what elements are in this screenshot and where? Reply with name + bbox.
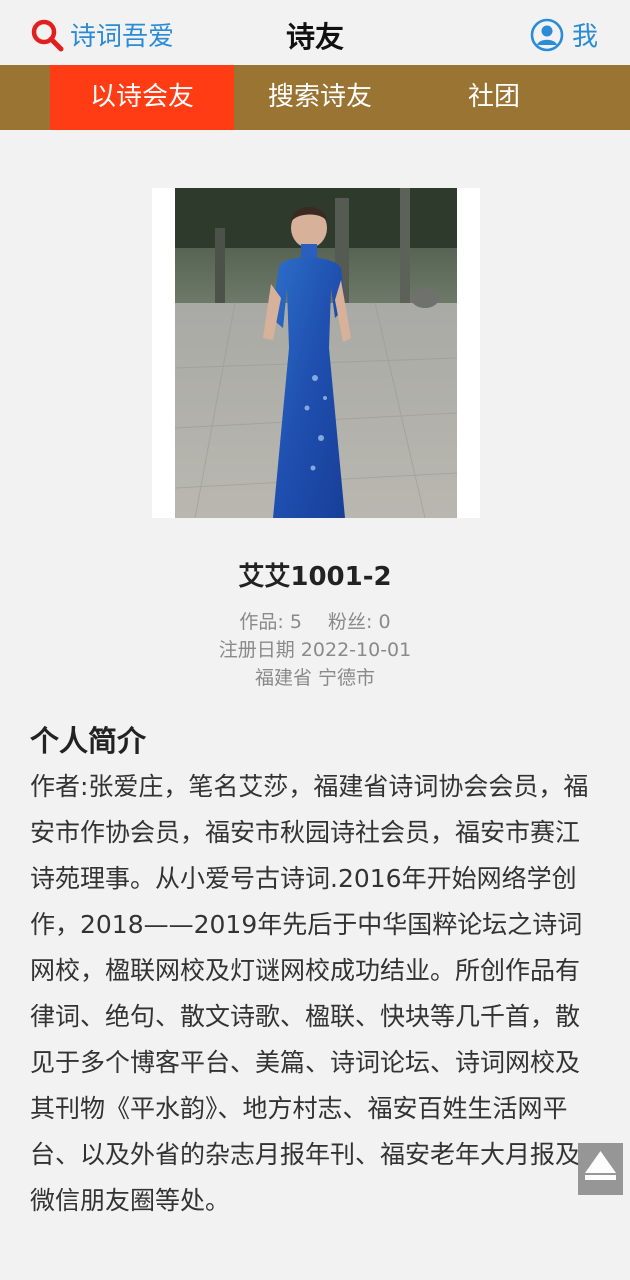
bio-title: 个人简介 xyxy=(30,724,147,758)
user-circle-icon xyxy=(530,18,564,51)
username: 艾艾1001-2 xyxy=(238,562,392,592)
tab-clubs[interactable]: 社团 xyxy=(406,65,582,130)
me-label: 我 xyxy=(571,22,598,52)
scroll-top-button[interactable] xyxy=(578,1143,623,1195)
brand-label: 诗词吾爱 xyxy=(70,22,175,52)
tab-meet-friends[interactable]: 以诗会友 xyxy=(50,65,234,130)
bio-text: 作者:张爱庄，笔名艾莎，福建省诗词协会会员，福安市作协会员，福安市秋园诗社会员，… xyxy=(30,772,589,1215)
arrow-up-icon xyxy=(585,1151,616,1180)
profile-stats: 作品: 5 粉丝: 0 xyxy=(0,607,630,634)
tab-bar: 以诗会友 搜索诗友 社团 xyxy=(0,65,630,130)
brand-link[interactable]: 诗词吾爱 xyxy=(30,16,174,53)
me-link[interactable]: 我 xyxy=(530,16,598,53)
search-icon xyxy=(31,19,64,51)
works-count: 作品: 5 xyxy=(239,611,302,633)
top-bar: 诗词吾爱 诗友 我 xyxy=(0,0,630,65)
register-date: 注册日期 2022-10-01 xyxy=(218,639,412,661)
profile-photo xyxy=(175,188,457,518)
avatar xyxy=(152,188,480,518)
tab-search-friends[interactable]: 搜索诗友 xyxy=(234,65,406,130)
fans-count: 粉丝: 0 xyxy=(328,611,391,633)
location: 福建省 宁德市 xyxy=(254,667,376,689)
